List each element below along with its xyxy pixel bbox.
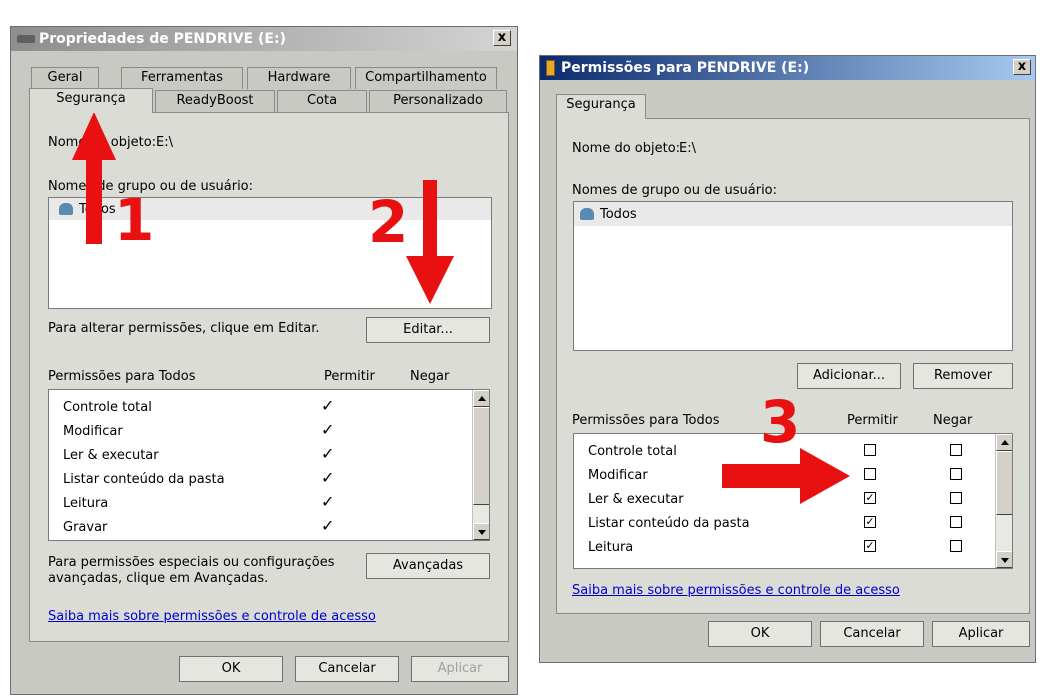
users-icon [59,203,73,215]
ok-button[interactable]: OK [179,656,283,682]
tab-compartilhamento[interactable]: Compartilhamento [355,67,497,89]
tab-cota[interactable]: Cota [277,90,367,112]
allow-checkbox[interactable] [864,444,876,456]
remove-button[interactable]: Remover [913,363,1013,389]
permission-row: Listar conteúdo da pasta [63,472,225,487]
permission-row: Modificar [588,468,648,483]
permissions-header: Permissões para Todos [48,369,196,384]
learn-more-link[interactable]: Saiba mais sobre permissões e controle d… [572,583,900,598]
learn-more-link[interactable]: Saiba mais sobre permissões e controle d… [48,609,376,624]
properties-title-bar[interactable]: Propriedades de PENDRIVE (E:) [11,27,517,51]
arrow-down-icon [1001,558,1009,563]
object-name-value: E:\ [679,141,696,156]
permission-row: Gravar [63,520,108,535]
check-icon: ✓ [321,420,335,439]
security-panel: Nome do objeto: E:\ Nomes de grupo ou de… [29,112,509,642]
deny-checkbox[interactable] [950,540,962,552]
permissions-scrollbar[interactable] [472,390,489,540]
security-panel: Nome do objeto: E:\ Nomes de grupo ou de… [556,118,1030,614]
permission-row: Controle total [63,400,152,415]
allow-checkbox-checked[interactable]: ✓ [864,516,876,528]
check-icon: ✓ [321,468,335,487]
check-icon: ✓ [321,492,335,511]
scroll-up-button[interactable] [996,434,1012,451]
deny-checkbox[interactable] [950,492,962,504]
scroll-thumb[interactable] [473,407,489,505]
allow-column-header: Permitir [847,413,898,428]
group-item-todos[interactable]: Todos [79,202,116,217]
special-permissions-text-2: avançadas, clique em Avançadas. [48,571,269,586]
folder-icon [546,60,555,76]
change-permissions-text: Para alterar permissões, clique em Edita… [48,321,320,336]
step-2-label: 2 [368,188,409,256]
special-permissions-text-1: Para permissões especiais ou configuraçõ… [48,555,335,570]
deny-column-header: Negar [410,369,450,384]
permission-row: Leitura [588,540,634,555]
group-item-row [574,202,1012,226]
scroll-down-button[interactable] [996,551,1012,568]
group-item-todos[interactable]: Todos [600,207,637,222]
scroll-up-button[interactable] [473,390,489,407]
object-name-label: Nome do objeto: [572,141,681,156]
object-name-label: Nome do objeto: [48,135,157,150]
permissions-list[interactable]: Controle total ✓ Modificar ✓ Ler & execu… [48,389,490,541]
object-name-value: E:\ [156,135,173,150]
apply-button[interactable]: Aplicar [411,656,509,682]
close-icon[interactable]: x [493,30,511,46]
permissions-dialog: Permissões para PENDRIVE (E:) x Seguranç… [539,55,1036,663]
arrow-up-icon [478,396,486,401]
allow-checkbox[interactable] [864,468,876,480]
permission-row: Ler & executar [63,448,159,463]
permission-row: Modificar [63,424,123,439]
deny-column-header: Negar [933,413,973,428]
permission-row: Controle total [588,444,677,459]
permissions-scrollbar[interactable] [995,434,1012,568]
permissions-header: Permissões para Todos [572,413,720,428]
ok-button[interactable]: OK [708,621,812,647]
tab-hardware[interactable]: Hardware [247,67,351,89]
allow-column-header: Permitir [324,369,375,384]
scroll-down-button[interactable] [473,523,489,540]
step-1-label: 1 [114,186,155,254]
apply-button[interactable]: Aplicar [932,621,1030,647]
deny-checkbox[interactable] [950,468,962,480]
permissions-title-bar[interactable]: Permissões para PENDRIVE (E:) [540,56,1035,80]
cancel-button[interactable]: Cancelar [295,656,399,682]
group-label: Nomes de grupo ou de usuário: [572,183,778,198]
arrow-up-icon [1001,440,1009,445]
scroll-thumb[interactable] [996,451,1012,515]
close-icon[interactable]: x [1013,59,1031,75]
arrow-down-icon [478,530,486,535]
tab-ferramentas[interactable]: Ferramentas [121,67,243,89]
cancel-button[interactable]: Cancelar [820,621,924,647]
check-icon: ✓ [321,444,335,463]
deny-checkbox[interactable] [950,444,962,456]
tab-seguranca[interactable]: Segurança [556,94,646,119]
deny-checkbox[interactable] [950,516,962,528]
allow-checkbox-checked[interactable]: ✓ [864,492,876,504]
permission-row: Ler & executar [588,492,684,507]
allow-checkbox-checked[interactable]: ✓ [864,540,876,552]
users-icon [580,208,594,220]
check-icon: ✓ [321,516,335,535]
tab-geral[interactable]: Geral [31,67,99,89]
add-button[interactable]: Adicionar... [797,363,901,389]
step-3-label: 3 [760,388,801,456]
tab-readyboost[interactable]: ReadyBoost [155,90,275,112]
permissions-title: Permissões para PENDRIVE (E:) [561,60,810,76]
usb-drive-icon [17,35,35,43]
group-list[interactable]: Todos [573,201,1013,351]
tab-personalizado[interactable]: Personalizado [369,90,507,112]
edit-button[interactable]: Editar... [366,317,490,343]
advanced-button[interactable]: Avançadas [366,553,490,579]
permission-row: Leitura [63,496,109,511]
properties-dialog: Propriedades de PENDRIVE (E:) x Geral Fe… [10,26,518,695]
properties-title: Propriedades de PENDRIVE (E:) [39,31,286,47]
tab-seguranca[interactable]: Segurança [29,88,153,113]
permission-row: Listar conteúdo da pasta [588,516,750,531]
check-icon: ✓ [321,396,335,415]
